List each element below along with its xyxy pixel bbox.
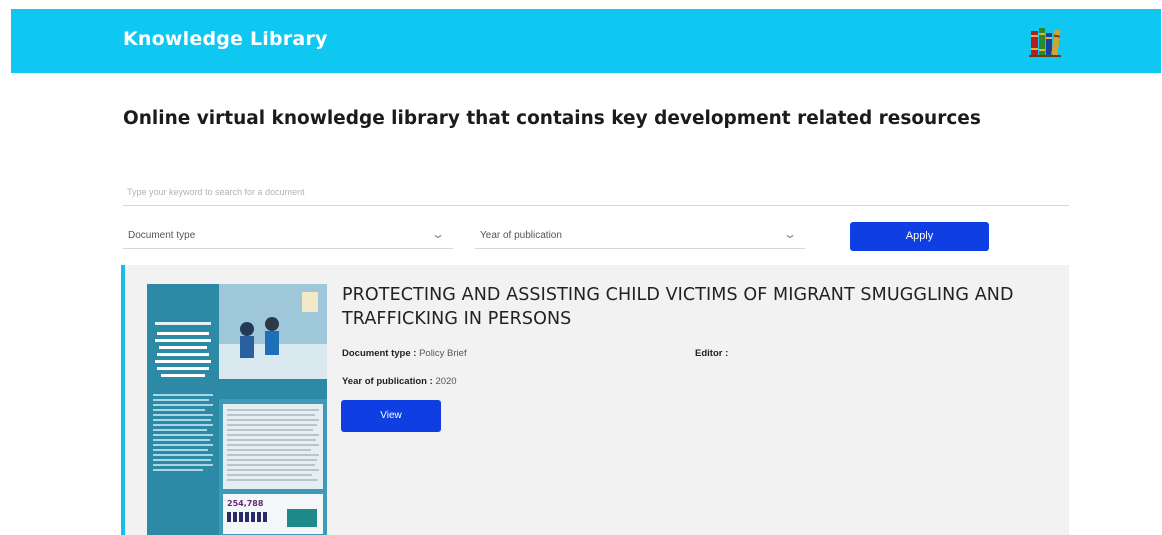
top-header: Knowledge Library <box>11 9 1161 73</box>
svg-text:254,788: 254,788 <box>227 499 264 508</box>
document-type-label: Document type : <box>342 348 417 359</box>
books-icon[interactable] <box>1028 24 1062 58</box>
year-select[interactable]: Year of publication ⌄ <box>475 223 805 249</box>
year-label: Year of publication : <box>342 376 433 387</box>
document-cover-thumbnail[interactable]: 254,788 <box>147 284 327 535</box>
document-type-field: Document type : Policy Brief <box>342 348 467 359</box>
document-type-value: Policy Brief <box>419 348 467 359</box>
document-card: 254,788 PROTECTING AND ASSISTING CHILD V… <box>121 265 1069 535</box>
year-value: 2020 <box>435 376 457 387</box>
chevron-down-icon: ⌄ <box>782 227 798 241</box>
apply-button[interactable]: Apply <box>850 222 989 251</box>
document-type-select[interactable]: Document type ⌄ <box>123 223 453 249</box>
chevron-down-icon: ⌄ <box>430 227 446 241</box>
brand-title[interactable]: Knowledge Library <box>123 28 328 50</box>
search-bar[interactable] <box>123 178 1069 206</box>
year-field: Year of publication : 2020 <box>342 376 457 387</box>
search-input[interactable] <box>123 178 1069 205</box>
editor-label: Editor : <box>695 348 729 359</box>
document-type-select-label: Document type <box>128 230 196 241</box>
page-tagline: Online virtual knowledge library that co… <box>123 108 981 129</box>
year-select-label: Year of publication <box>480 230 562 241</box>
view-button[interactable]: View <box>341 400 441 432</box>
document-title[interactable]: PROTECTING AND ASSISTING CHILD VICTIMS O… <box>342 283 1042 331</box>
editor-field: Editor : <box>695 348 728 359</box>
